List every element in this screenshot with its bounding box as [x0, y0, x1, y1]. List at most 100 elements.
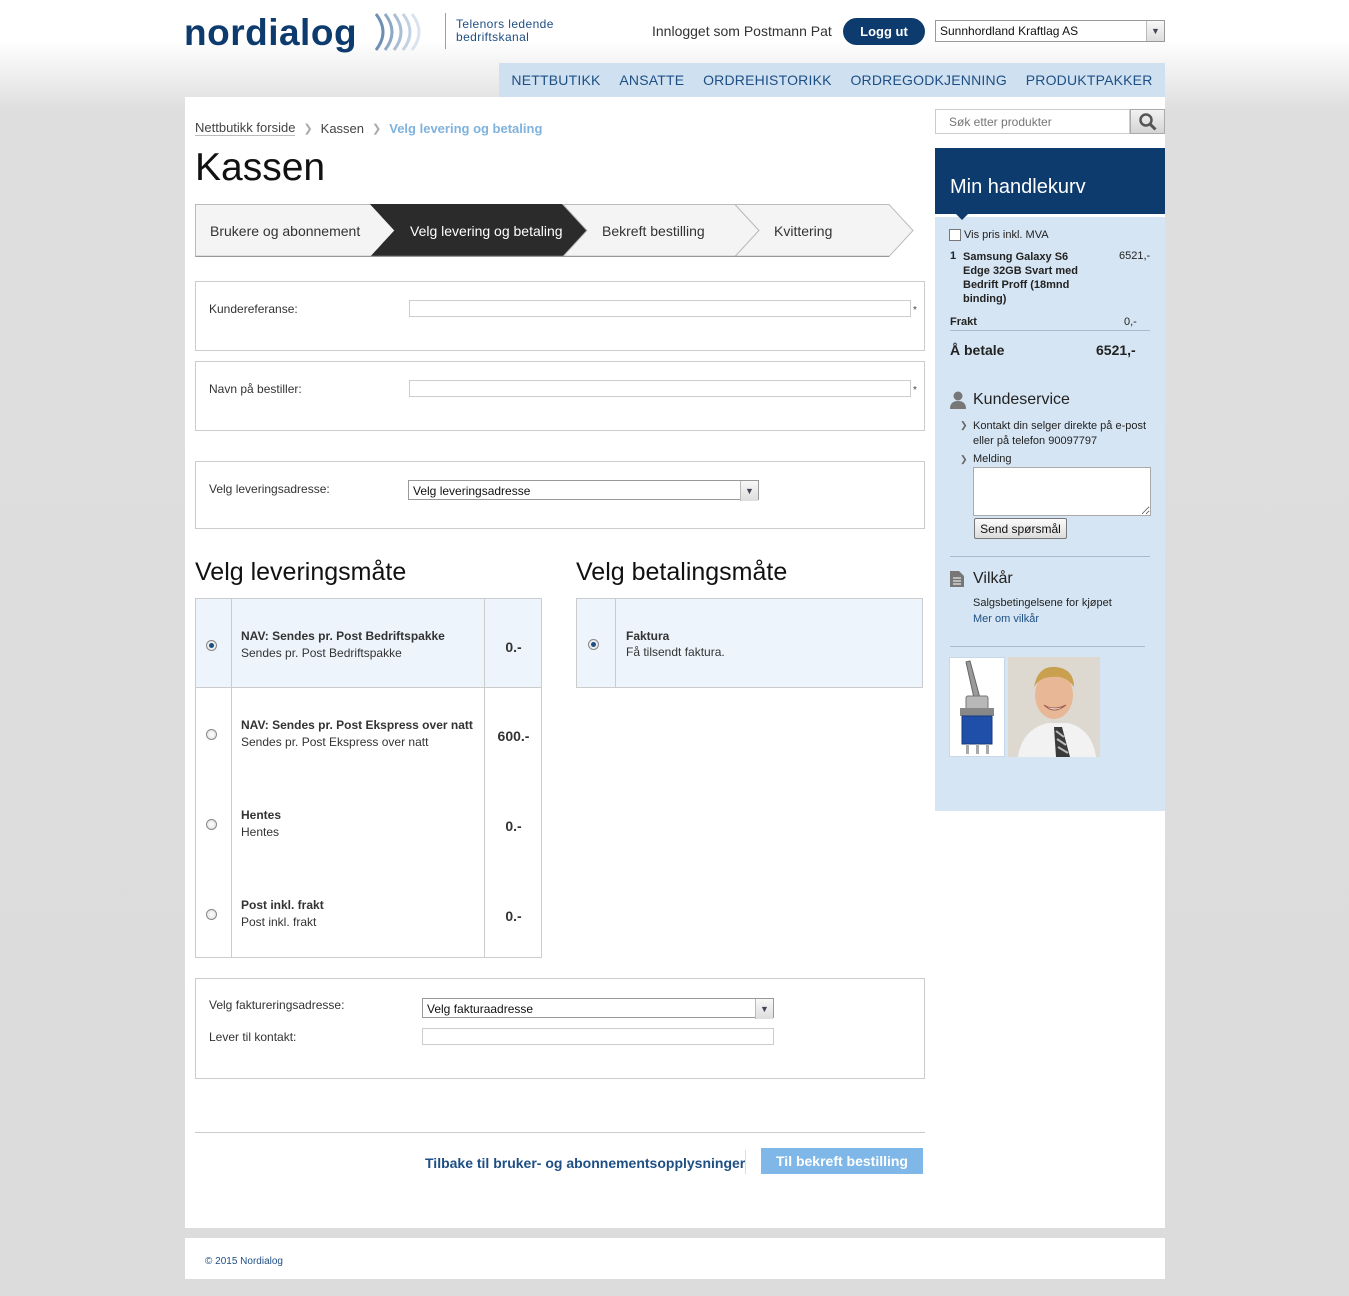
payment-option[interactable]: Faktura Få tilsendt faktura.	[576, 598, 923, 688]
vis-pris-checkbox[interactable]	[949, 229, 961, 241]
cart-item-price: 6521,-	[1119, 250, 1151, 262]
delivery-title: Post inkl. frakt	[241, 898, 324, 912]
total-label: Å betale	[950, 342, 1005, 358]
nav-item-nettbutikk[interactable]: NETTBUTIKK	[511, 72, 600, 88]
delivery-option[interactable]: NAV: Sendes pr. Post Ekspress over natt …	[195, 688, 542, 779]
chevron-right-icon: ❯	[960, 420, 968, 430]
delivery-option[interactable]: NAV: Sendes pr. Post Bedriftspakke Sende…	[195, 598, 542, 688]
company-select[interactable]: Sunnhordland Kraftlag AS ▼	[935, 20, 1165, 42]
cart-title: Min handlekurv	[935, 148, 1165, 214]
kundeservice-title: Kundeservice	[973, 391, 1070, 408]
divider	[950, 646, 1145, 647]
payment-radio[interactable]	[588, 639, 599, 650]
required-mark: *	[913, 385, 917, 396]
kundereferanse-label: Kundereferanse:	[209, 302, 298, 316]
kontakt-input[interactable]	[422, 1028, 774, 1045]
delivery-title: NAV: Sendes pr. Post Ekspress over natt	[241, 718, 473, 732]
logged-in-text: Innlogget som Postmann Pat	[652, 23, 832, 39]
delivery-radio[interactable]	[206, 640, 217, 651]
delivery-title: Hentes	[241, 808, 282, 822]
fakturaadresse-label: Velg faktureringsadresse:	[209, 998, 345, 1012]
payment-title: Faktura	[626, 629, 670, 643]
delivery-heading: Velg leveringsmåte	[195, 558, 407, 586]
delivery-radio[interactable]	[206, 819, 217, 830]
chevron-down-icon: ▼	[755, 999, 773, 1019]
delivery-subtitle: Post inkl. frakt	[241, 915, 317, 929]
page-title: Kassen	[195, 146, 326, 189]
document-icon	[950, 571, 964, 587]
delivery-price: 0.-	[505, 639, 522, 655]
delivery-price: 0.-	[505, 908, 522, 924]
breadcrumb: Nettbutikk forside ❯ Kassen ❯ Velg lever…	[195, 120, 542, 136]
fakturaadresse-select[interactable]: Velg fakturaadresse ▼	[422, 998, 774, 1019]
kundeservice-text: Kontakt din selger direkte på e-post ell…	[973, 420, 1147, 447]
breadcrumb-kassen-link[interactable]: Kassen	[321, 121, 364, 136]
bestiller-label: Navn på bestiller:	[209, 382, 302, 396]
frakt-label: Frakt	[950, 316, 977, 328]
main-nav: NETTBUTIKK ANSATTE ORDREHISTORIKK ORDREG…	[499, 63, 1165, 97]
delivery-subtitle: Hentes	[241, 825, 280, 839]
payment-subtitle: Få tilsendt faktura.	[626, 645, 725, 659]
total-value: 6521,-	[1096, 342, 1136, 358]
customer-service-photo[interactable]	[1008, 657, 1100, 757]
nav-item-ordregodkjenning[interactable]: ORDREGODKJENNING	[850, 72, 1006, 88]
copyright-text: © 2015 Nordialog	[205, 1256, 283, 1267]
footer: © 2015 Nordialog	[185, 1238, 1165, 1279]
send-question-button[interactable]: Send spørsmål	[974, 518, 1067, 539]
nordialog-logo[interactable]: nordialog	[184, 12, 357, 54]
checkout-steps: Brukere og abonnement Velg levering og b…	[195, 204, 925, 257]
chevron-right-icon: ❯	[372, 122, 382, 135]
leveringsadresse-label: Velg leveringsadresse:	[209, 482, 330, 496]
search-input[interactable]	[935, 109, 1130, 134]
user-icon	[950, 391, 966, 409]
delivery-radio[interactable]	[206, 909, 217, 920]
chevron-right-icon: ❯	[303, 122, 313, 135]
back-link[interactable]: Tilbake til bruker- og abonnementsopplys…	[425, 1155, 745, 1171]
logout-button[interactable]: Logg ut	[843, 18, 925, 45]
vilkar-title: Vilkår	[973, 570, 1013, 587]
divider	[950, 330, 1150, 331]
payment-heading: Velg betalingsmåte	[576, 558, 788, 586]
vis-pris-toggle[interactable]: Vis pris inkl. MVA	[949, 229, 1049, 241]
delivery-subtitle: Sendes pr. Post Bedriftspakke	[241, 646, 402, 660]
search-icon	[1138, 112, 1157, 131]
vilkar-link[interactable]: Mer om vilkår	[973, 613, 1039, 625]
toggle-switch-icon	[960, 660, 994, 754]
divider	[195, 1132, 925, 1133]
next-step-button[interactable]: Til bekreft bestilling	[761, 1148, 923, 1174]
kundereferanse-input[interactable]	[409, 300, 911, 317]
cart-item-name: Samsung Galaxy S6 Edge 32GB Svart med Be…	[963, 251, 1078, 305]
melding-textarea[interactable]	[973, 467, 1151, 516]
nav-item-produktpakker[interactable]: PRODUKTPAKKER	[1026, 72, 1153, 88]
step-levering-active: Velg levering og betaling	[410, 223, 563, 239]
divider	[950, 556, 1150, 557]
breadcrumb-home-link[interactable]: Nettbutikk forside	[195, 120, 296, 136]
delivery-radio[interactable]	[206, 729, 217, 740]
melding-label: Melding	[973, 453, 1012, 465]
nav-item-ordrehistorikk[interactable]: ORDREHISTORIKK	[703, 72, 832, 88]
bestiller-input[interactable]	[409, 380, 911, 397]
chevron-down-icon: ▼	[1146, 21, 1164, 41]
cart-notch	[955, 213, 969, 220]
step-kvittering: Kvittering	[774, 223, 833, 239]
divider	[745, 1150, 746, 1174]
vilkar-text: Salgsbetingelsene for kjøpet	[973, 597, 1112, 609]
logo-divider	[445, 13, 446, 49]
nav-item-ansatte[interactable]: ANSATTE	[619, 72, 684, 88]
delivery-price: 0.-	[505, 818, 522, 834]
logo-waves-icon	[374, 13, 421, 51]
smiling-person-icon	[1008, 657, 1100, 757]
chevron-down-icon: ▼	[740, 481, 758, 501]
kontakt-label: Lever til kontakt:	[209, 1030, 297, 1044]
delivery-option[interactable]: Hentes Hentes 0.-	[195, 778, 542, 869]
search-button[interactable]	[1130, 109, 1165, 134]
cart-item-qty: 1	[950, 250, 957, 262]
frakt-value: 0,-	[1124, 316, 1137, 328]
chevron-right-icon: ❯	[960, 454, 968, 464]
step-brukere[interactable]: Brukere og abonnement	[210, 223, 360, 239]
switch-product-image[interactable]	[949, 657, 1005, 757]
leveringsadresse-select[interactable]: Velg leveringsadresse ▼	[408, 480, 759, 501]
delivery-subtitle: Sendes pr. Post Ekspress over natt	[241, 735, 429, 749]
delivery-option[interactable]: Post inkl. frakt Post inkl. frakt 0.-	[195, 868, 542, 958]
required-mark: *	[913, 305, 917, 316]
